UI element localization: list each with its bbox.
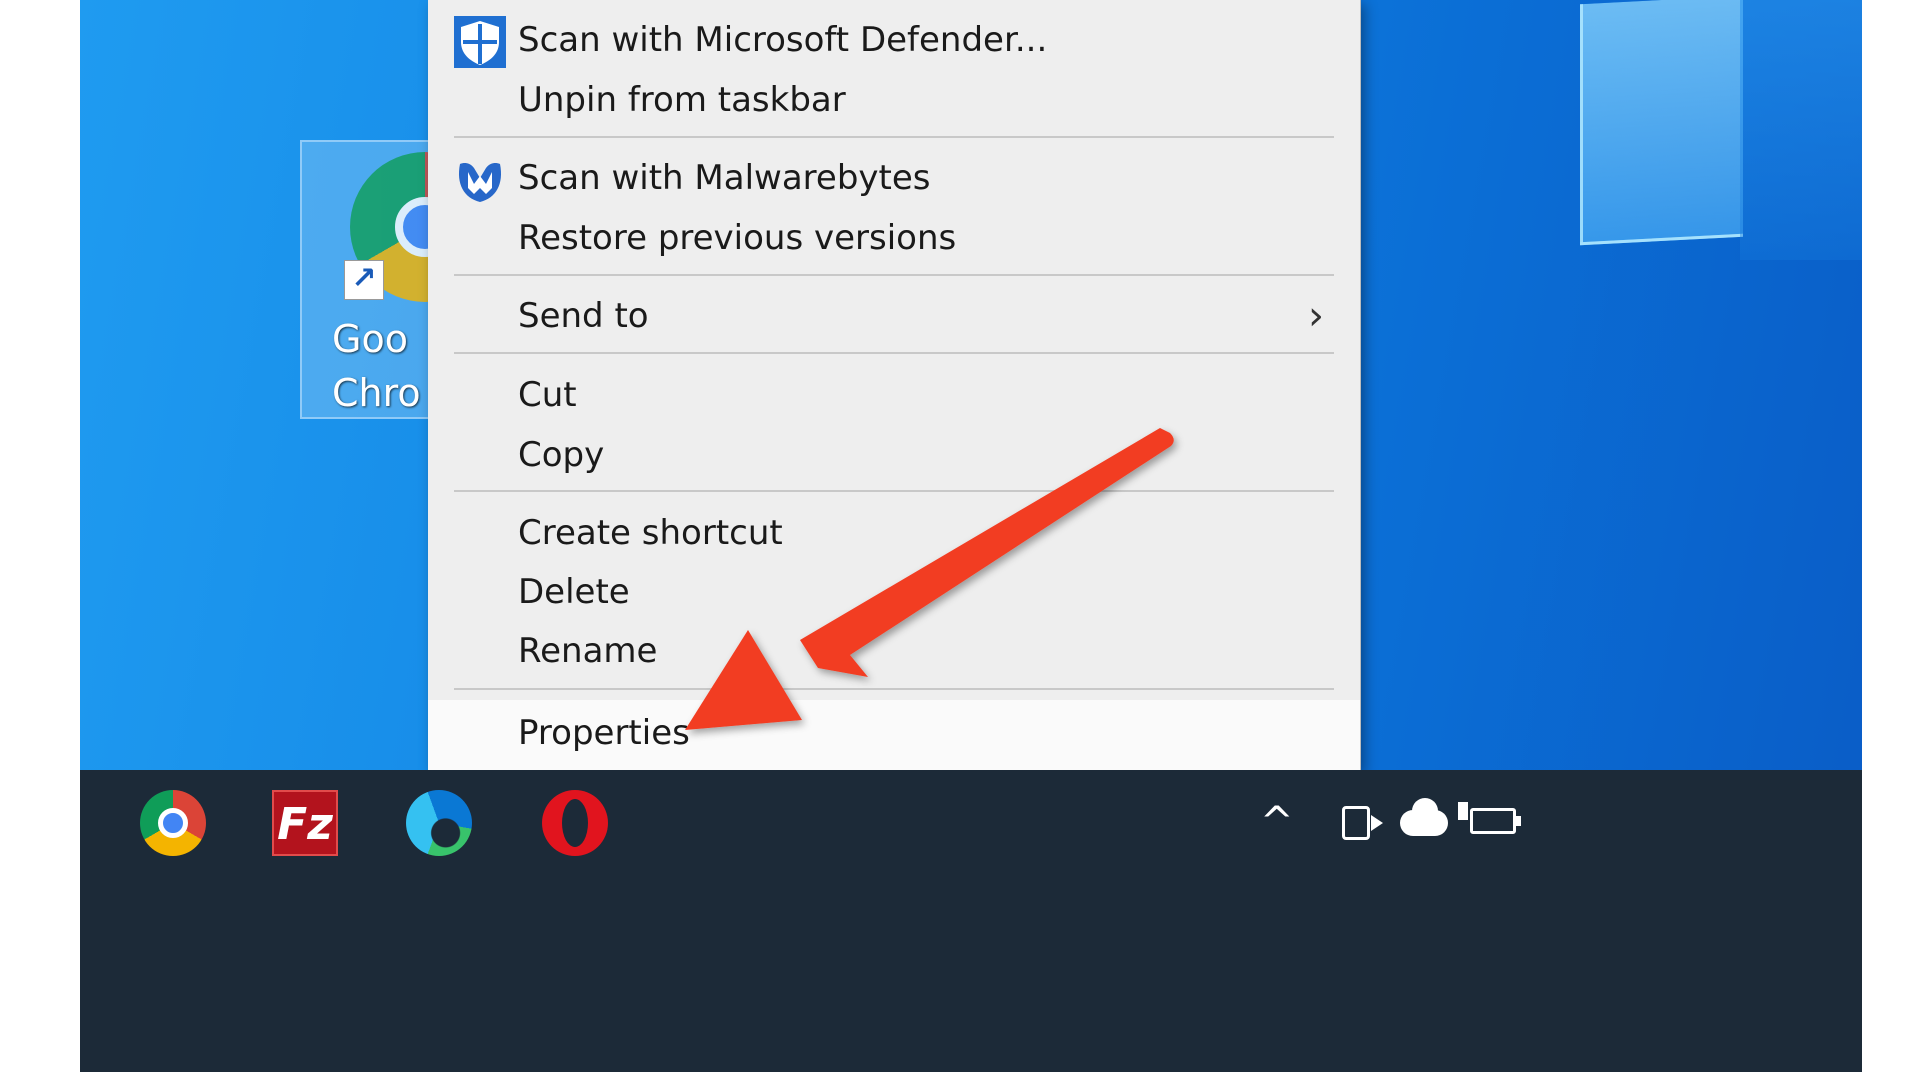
menu-separator [454, 688, 1334, 690]
windows-wallpaper-light [1580, 0, 1743, 246]
desktop-icon-label: Goo Chro [332, 317, 421, 415]
menu-separator [454, 490, 1334, 492]
menu-item-restore-versions[interactable]: Restore previous versions [428, 208, 1360, 268]
edge-icon[interactable] [406, 790, 472, 856]
windows-wallpaper-pane [1740, 0, 1862, 260]
onedrive-cloud-icon[interactable] [1400, 798, 1448, 836]
menu-item-label: Copy [518, 435, 605, 475]
taskbar: Fz ^ [80, 770, 1862, 1072]
menu-item-create-shortcut[interactable]: Create shortcut [428, 503, 1360, 563]
chrome-icon[interactable] [140, 790, 206, 856]
menu-item-label: Cut [518, 375, 577, 415]
menu-item-rename[interactable]: Rename [428, 621, 1360, 681]
menu-item-label: Properties [518, 713, 690, 753]
shortcut-arrow-icon: ↗ [344, 260, 384, 300]
menu-item-scan-malwarebytes[interactable]: Scan with Malwarebytes [428, 148, 1360, 208]
defender-shield-icon [454, 16, 506, 68]
menu-item-label: Rename [518, 631, 658, 671]
menu-item-delete[interactable]: Delete [428, 562, 1360, 622]
power-plug-icon [1458, 802, 1468, 820]
menu-item-label: Restore previous versions [518, 218, 957, 258]
menu-item-scan-defender[interactable]: Scan with Microsoft Defender... [428, 10, 1360, 70]
context-menu: Scan with Microsoft Defender... Unpin fr… [428, 0, 1361, 771]
meet-now-icon[interactable] [1342, 806, 1383, 840]
chevron-right-icon: › [1308, 293, 1324, 339]
opera-icon[interactable] [542, 790, 608, 856]
malwarebytes-icon [458, 163, 502, 202]
desktop-screen: ↗ Goo Chro Scan with Microsoft Defender.… [80, 0, 1862, 1072]
battery-charging-icon[interactable] [1470, 808, 1521, 834]
menu-item-label: Scan with Microsoft Defender... [518, 20, 1048, 60]
menu-item-send-to[interactable]: Send to › [428, 286, 1360, 346]
menu-item-label: Delete [518, 572, 630, 612]
menu-separator [454, 136, 1334, 138]
menu-item-unpin-taskbar[interactable]: Unpin from taskbar [428, 70, 1360, 130]
filezilla-icon[interactable]: Fz [272, 790, 338, 856]
menu-separator [454, 352, 1334, 354]
menu-separator [454, 274, 1334, 276]
menu-item-label: Create shortcut [518, 513, 783, 553]
menu-item-label: Send to [518, 296, 649, 336]
menu-item-label: Unpin from taskbar [518, 80, 846, 120]
chevron-up-icon[interactable]: ^ [1260, 792, 1294, 852]
menu-item-properties[interactable]: Properties [428, 700, 1360, 770]
menu-item-label: Scan with Malwarebytes [518, 158, 931, 198]
menu-item-copy[interactable]: Copy [428, 425, 1360, 485]
menu-item-cut[interactable]: Cut [428, 365, 1360, 425]
